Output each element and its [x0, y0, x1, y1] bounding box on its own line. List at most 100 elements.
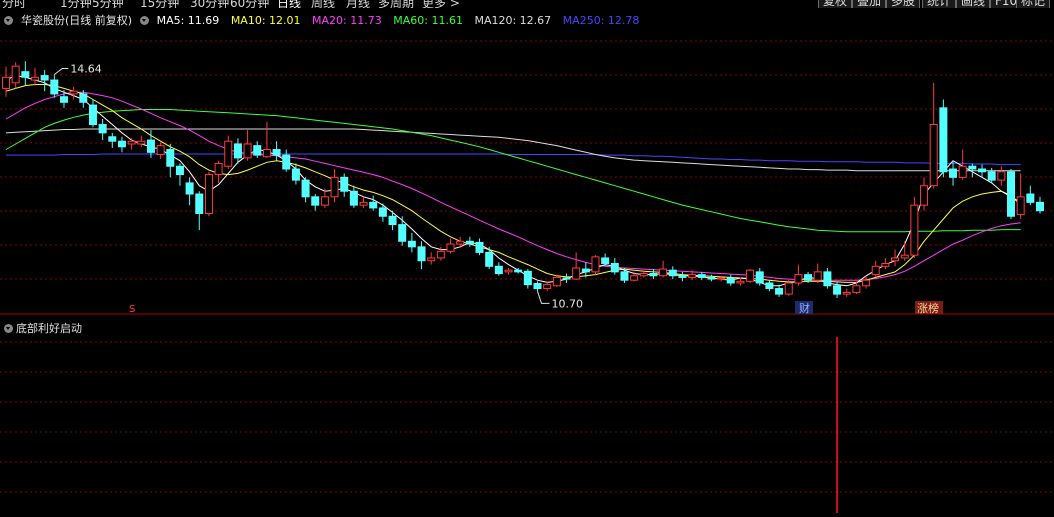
- marker-zhangting[interactable]: 涨榜: [917, 301, 939, 315]
- candle-body: [939, 107, 948, 173]
- candle-body: [543, 284, 552, 290]
- toolbar-button-6[interactable]: 标记: [1016, 0, 1051, 8]
- candle-body: [630, 275, 639, 281]
- candlestick-chart[interactable]: 14.64 10.70 S 财 涨榜: [0, 8, 1054, 315]
- candle-body: [746, 269, 755, 282]
- marker-s[interactable]: S: [129, 304, 135, 315]
- candle-body: [823, 271, 832, 287]
- tab-8[interactable]: 月线: [346, 0, 370, 8]
- candle-body: [581, 268, 590, 273]
- ma10-line: [5, 84, 1022, 283]
- candle-body: [920, 185, 929, 206]
- toolbar-button-1[interactable]: 叠加: [852, 0, 887, 8]
- candle-body: [601, 257, 610, 265]
- candle-body: [842, 291, 851, 295]
- candle-body: [736, 280, 745, 284]
- candle-body: [591, 256, 600, 273]
- candle-body: [98, 124, 107, 134]
- candle-body: [456, 240, 465, 245]
- candle-body: [910, 204, 919, 256]
- candle-body: [398, 224, 407, 242]
- candle-body: [166, 149, 175, 167]
- candle-body: [572, 267, 581, 280]
- candle-body: [678, 275, 687, 278]
- toolbar-button-4[interactable]: 画线: [956, 0, 991, 8]
- candle-body: [282, 154, 291, 170]
- candle-body: [755, 271, 764, 284]
- candle-body: [949, 168, 958, 178]
- candle-body: [659, 268, 668, 277]
- candle-body: [639, 273, 648, 277]
- candle-body: [533, 283, 542, 290]
- candle-body: [833, 285, 842, 295]
- candle-body: [523, 270, 532, 286]
- tab-5[interactable]: 60分钟: [230, 0, 269, 8]
- candle-body: [804, 274, 813, 281]
- ma5-line: [5, 75, 1021, 287]
- toolbar-button-3[interactable]: 统计: [922, 0, 957, 8]
- candle-body: [485, 251, 494, 267]
- low-label: 10.70: [551, 297, 583, 310]
- candle-body: [514, 269, 523, 273]
- candle-body: [88, 104, 97, 126]
- candle-body: [117, 140, 126, 148]
- candle-body: [649, 273, 658, 277]
- tab-7[interactable]: 周线: [311, 0, 335, 8]
- candle-body: [726, 277, 735, 284]
- tab-2[interactable]: 5分钟: [92, 0, 124, 8]
- candle-body: [620, 271, 629, 281]
- candle-body: [388, 215, 397, 226]
- candle-body: [330, 176, 339, 198]
- candle-body: [1007, 171, 1016, 217]
- candle-body: [494, 265, 503, 275]
- candle-body: [958, 165, 967, 178]
- candle-body: [465, 240, 474, 245]
- candle-body: [1026, 193, 1035, 203]
- candle-body: [137, 140, 146, 145]
- candle-body: [79, 93, 88, 103]
- toolbar-button-0[interactable]: 复权: [818, 0, 853, 8]
- tab-4[interactable]: 30分钟: [190, 0, 229, 8]
- candle-body: [253, 145, 262, 156]
- indicator-chart[interactable]: [0, 317, 1054, 517]
- candle-body: [272, 149, 281, 156]
- candle-body: [881, 263, 890, 267]
- candle-body: [794, 274, 803, 284]
- tab-3[interactable]: 15分钟: [140, 0, 179, 8]
- candle-body: [301, 179, 310, 198]
- candle-body: [214, 162, 223, 176]
- high-pointer: [54, 67, 69, 75]
- candle-body: [11, 65, 20, 84]
- candle-body: [127, 140, 136, 145]
- candle-body: [862, 279, 871, 287]
- candle-body: [688, 274, 697, 278]
- candle-body: [175, 165, 184, 176]
- tab-1[interactable]: 1分钟: [60, 0, 92, 8]
- candle-body: [717, 277, 726, 280]
- tab-9[interactable]: 多周期: [378, 0, 414, 8]
- candle-body: [21, 71, 30, 78]
- candle-body: [871, 265, 880, 276]
- ma250-line: [6, 153, 1021, 166]
- tab-6[interactable]: 日线: [277, 0, 301, 8]
- candle-body: [668, 269, 677, 277]
- candle-body: [291, 168, 300, 181]
- candle-body: [50, 79, 59, 95]
- candle-body: [2, 76, 10, 89]
- candle-body: [204, 174, 213, 214]
- candle-body: [1036, 201, 1044, 212]
- tab-0[interactable]: 分时: [2, 0, 26, 8]
- candle-body: [475, 241, 484, 253]
- marker-cai[interactable]: 财: [799, 301, 810, 315]
- candle-body: [900, 254, 909, 259]
- candle-body: [349, 190, 358, 206]
- candle-body: [262, 149, 271, 158]
- candle-body: [311, 196, 320, 206]
- tab-10[interactable]: 更多 >: [422, 0, 460, 8]
- candle-body: [340, 176, 349, 192]
- candle-body: [69, 90, 78, 95]
- candle-body: [504, 269, 513, 273]
- toolbar-button-2[interactable]: 多股: [886, 0, 921, 8]
- candle-body: [929, 124, 938, 187]
- candle-body: [697, 274, 706, 278]
